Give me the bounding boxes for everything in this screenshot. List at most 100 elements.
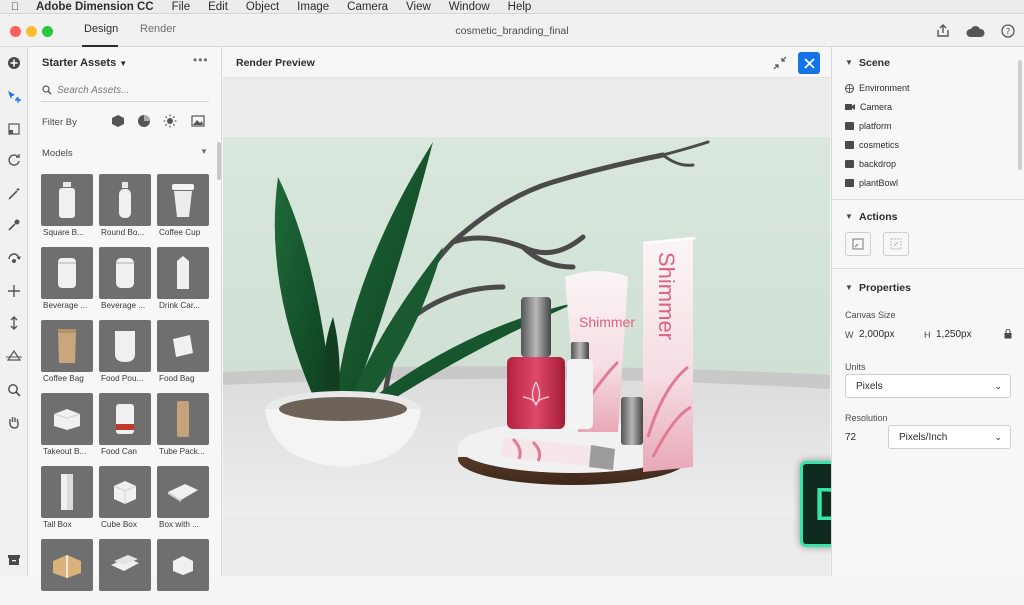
hand-icon[interactable] <box>4 412 24 432</box>
fit-to-canvas-button[interactable] <box>845 232 871 256</box>
magic-wand-icon[interactable] <box>4 184 24 204</box>
render-preview-title: Render Preview <box>236 57 315 69</box>
asset-tile[interactable]: Square B... <box>41 174 93 240</box>
folder-icon <box>845 179 854 187</box>
pan-camera-icon[interactable] <box>4 281 24 301</box>
menu-window[interactable]: Window <box>440 1 499 13</box>
menu-edit[interactable]: Edit <box>199 1 237 13</box>
horizon-icon[interactable] <box>4 345 24 365</box>
asset-tile[interactable]: Cube Box <box>99 466 151 532</box>
asset-tile[interactable]: Round Bo... <box>99 174 151 240</box>
scene-item-camera[interactable]: Camera <box>845 102 892 112</box>
caret-down-icon[interactable]: ▼ <box>200 147 208 156</box>
asset-tile[interactable]: Food Pou... <box>99 320 151 386</box>
asset-tile[interactable]: Coffee Cup <box>157 174 209 240</box>
chevron-down-icon: ⌄ <box>994 381 1002 391</box>
asset-tile[interactable]: Tube Pack... <box>157 393 209 459</box>
folder-icon <box>845 160 854 168</box>
units-label: Units <box>845 362 866 372</box>
globe-icon <box>845 83 854 93</box>
cloud-icon[interactable] <box>964 22 986 40</box>
asset-label: Drink Car... <box>159 301 200 310</box>
scene-collapse-icon[interactable]: ▼ <box>845 58 853 67</box>
asset-tile[interactable]: Coffee Bag <box>41 320 93 386</box>
width-label: W <box>845 330 854 340</box>
models-filter-icon[interactable] <box>111 114 125 128</box>
scene-item-label: platform <box>859 121 892 131</box>
close-preview-button[interactable] <box>798 52 820 74</box>
asset-tile[interactable] <box>157 539 209 605</box>
assets-title-text: Starter Assets <box>42 57 117 69</box>
more-options-icon[interactable]: ••• <box>193 53 209 67</box>
chevron-down-icon: ▼ <box>119 59 128 68</box>
asset-tile[interactable]: Box with ... <box>157 466 209 532</box>
resolution-label: Resolution <box>845 413 888 423</box>
asset-tile[interactable]: Drink Car... <box>157 247 209 313</box>
asset-label: Square B... <box>43 228 84 237</box>
resolution-input[interactable]: 72 <box>845 432 856 443</box>
height-input[interactable]: 1,250px <box>936 329 972 340</box>
filter-by-label: Filter By <box>42 117 77 128</box>
asset-tile[interactable]: Beverage ... <box>41 247 93 313</box>
images-filter-icon[interactable] <box>191 114 205 128</box>
scene-item-environment[interactable]: Environment <box>845 83 910 93</box>
orbit-camera-icon[interactable] <box>4 249 24 269</box>
scene-item-cosmetics[interactable]: cosmetics <box>845 140 899 150</box>
menu-object[interactable]: Object <box>237 1 288 13</box>
rotate-icon[interactable] <box>4 150 24 170</box>
share-icon[interactable] <box>934 22 952 40</box>
apple-icon[interactable]:  <box>0 1 30 13</box>
scale-icon[interactable] <box>4 119 24 139</box>
materials-filter-icon[interactable] <box>137 114 151 128</box>
menu-file[interactable]: File <box>163 1 200 13</box>
asset-tile[interactable] <box>41 539 93 605</box>
add-icon[interactable] <box>4 53 24 73</box>
asset-tile[interactable] <box>99 539 151 605</box>
asset-tile[interactable]: Tall Box <box>41 466 93 532</box>
units-select[interactable]: Pixels ⌄ <box>845 374 1011 398</box>
divider <box>832 199 1024 200</box>
menu-view[interactable]: View <box>397 1 440 13</box>
asset-tile[interactable]: Takeout B... <box>41 393 93 459</box>
asset-tile[interactable]: Beverage ... <box>99 247 151 313</box>
zoom-icon[interactable] <box>4 380 24 400</box>
properties-section-title: Properties <box>859 282 911 294</box>
search-assets-field[interactable]: Search Assets... <box>41 80 209 102</box>
select-move-icon[interactable] <box>4 87 24 107</box>
help-icon[interactable]: ? <box>999 22 1017 40</box>
scene-item-platform[interactable]: platform <box>845 121 892 131</box>
menu-app-name[interactable]: Adobe Dimension CC <box>30 1 163 13</box>
right-panel-scrollbar[interactable] <box>1018 60 1022 170</box>
align-icon <box>890 238 902 250</box>
menu-help[interactable]: Help <box>499 1 541 13</box>
actions-collapse-icon[interactable]: ▼ <box>845 212 853 221</box>
scene-item-plantbowl[interactable]: plantBowl <box>845 178 898 188</box>
width-input[interactable]: 2,000px <box>859 329 895 340</box>
archive-icon[interactable] <box>4 550 24 570</box>
scene-item-label: Camera <box>860 102 893 112</box>
asset-tile[interactable]: Food Bag <box>157 320 209 386</box>
eyedropper-icon[interactable] <box>4 215 24 235</box>
search-icon <box>42 85 52 95</box>
resolution-unit-select[interactable]: Pixels/Inch ⌄ <box>888 425 1011 449</box>
canvas-size-label: Canvas Size <box>845 310 896 320</box>
tube-brand-text: Shimmer <box>579 314 635 330</box>
menu-image[interactable]: Image <box>288 1 338 13</box>
lights-filter-icon[interactable] <box>163 114 177 128</box>
assets-scrollbar[interactable] <box>217 142 221 180</box>
menu-camera[interactable]: Camera <box>338 1 397 13</box>
asset-label: Coffee Cup <box>159 228 201 237</box>
scene-item-label: cosmetics <box>859 140 900 150</box>
folder-icon <box>845 141 854 149</box>
properties-collapse-icon[interactable]: ▼ <box>845 283 853 292</box>
asset-label: Coffee Bag <box>43 374 84 383</box>
asset-tile[interactable]: Food Can <box>99 393 151 459</box>
scene-item-backdrop[interactable]: backdrop <box>845 159 896 169</box>
lock-icon[interactable] <box>1004 329 1012 339</box>
collapse-icon[interactable] <box>773 56 787 70</box>
chevron-down-icon: ⌄ <box>994 432 1002 442</box>
folder-icon <box>845 122 854 130</box>
align-button[interactable] <box>883 232 909 256</box>
dolly-camera-icon[interactable] <box>4 313 24 333</box>
assets-panel-title[interactable]: Starter Assets ▼ <box>42 57 127 69</box>
